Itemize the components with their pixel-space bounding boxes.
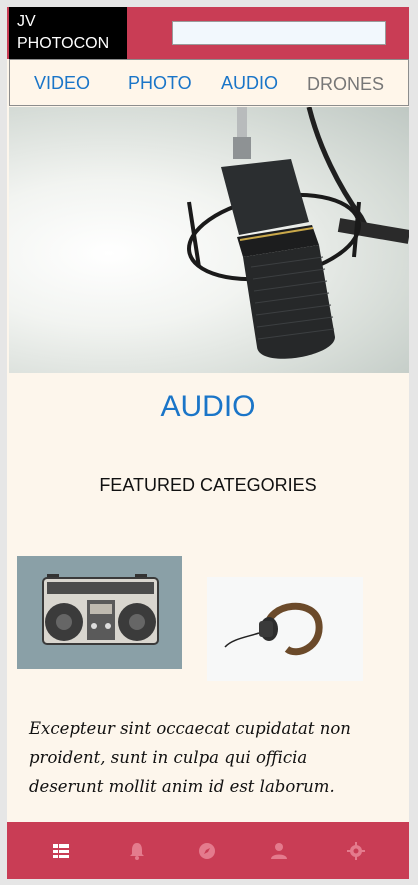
app-header: JV PHOTOCON <box>7 7 409 59</box>
bottom-tab-bar <box>7 822 409 879</box>
search-input[interactable] <box>172 21 386 45</box>
settings-icon[interactable] <box>346 841 366 861</box>
brand-logo[interactable]: JV PHOTOCON <box>9 7 127 59</box>
category-description: Excepteur sint occaecat cupidatat non pr… <box>29 718 351 796</box>
page-title: AUDIO <box>160 390 256 423</box>
hero-image-microphone <box>9 107 409 373</box>
category-nav: VIDEO PHOTO AUDIO DRONES <box>9 59 409 106</box>
compass-icon[interactable] <box>197 841 217 861</box>
nav-item-video[interactable]: VIDEO <box>34 73 90 94</box>
nav-item-photo[interactable]: PHOTO <box>128 73 192 94</box>
logo-line-2: PHOTOCON <box>17 35 110 52</box>
boombox-illustration <box>42 574 159 645</box>
featured-category-headphones[interactable] <box>207 577 363 681</box>
nav-item-drones[interactable]: DRONES <box>307 74 384 95</box>
app-screen: JV PHOTOCON VIDEO PHOTO AUDIO DRONES AUD… <box>7 7 409 879</box>
featured-category-boombox[interactable] <box>17 556 182 669</box>
logo-line-1: JV <box>17 13 36 30</box>
user-icon[interactable] <box>269 841 289 861</box>
bell-icon[interactable] <box>127 841 147 861</box>
headphones-illustration <box>224 602 323 656</box>
microphone-illustration <box>187 107 409 359</box>
nav-item-audio[interactable]: AUDIO <box>221 73 278 94</box>
list-icon[interactable] <box>51 841 71 861</box>
featured-categories-heading: FEATURED CATEGORIES <box>99 475 317 495</box>
